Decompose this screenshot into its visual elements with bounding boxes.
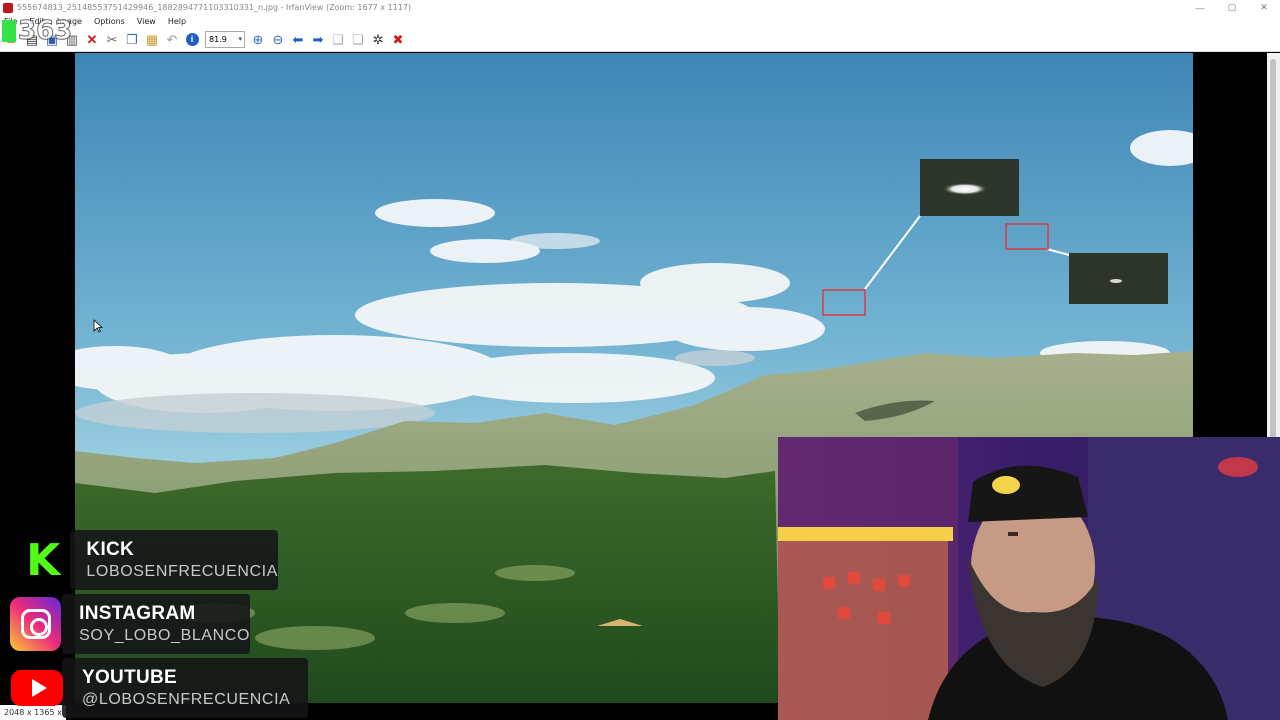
menu-view[interactable]: View <box>131 17 162 26</box>
zoom-value: 81.9 <box>209 35 227 44</box>
instagram-handle: SOY_LOBO_BLANCO <box>79 627 250 644</box>
window-controls: — ▢ ✕ <box>1184 0 1280 15</box>
kick-social-badge: K KICK LOBOSENFRECUENCIA <box>8 530 278 590</box>
toolbar: ▰ ▤ ▣ ▥ ✕ ✂ ❐ ▦ ↶ i 81.9 ▾ ⊕ ⊖ ⬅ ➡ ❏ ❏ ✲… <box>0 28 1280 52</box>
previous-icon[interactable]: ⬅ <box>288 30 308 50</box>
close-window-button[interactable]: ✕ <box>1248 0 1280 15</box>
youtube-social-badge: YOUTUBE @LOBOSENFRECUENCIA <box>0 658 308 718</box>
kick-network-name: KICK <box>86 539 135 560</box>
youtube-logo-icon <box>10 661 64 715</box>
paste-icon[interactable]: ▦ <box>142 30 162 50</box>
window-title: 555674813_25148553751429946_188289477110… <box>17 3 412 12</box>
copy-icon[interactable]: ❐ <box>122 30 142 50</box>
chevron-down-icon[interactable]: ▾ <box>238 35 242 43</box>
youtube-text: YOUTUBE @LOBOSENFRECUENCIA <box>82 667 290 709</box>
mouse-cursor-icon <box>93 319 103 333</box>
minimize-button[interactable]: — <box>1184 0 1216 15</box>
instagram-logo-icon <box>10 597 62 651</box>
instagram-network-name: INSTAGRAM <box>79 603 196 624</box>
menu-help[interactable]: Help <box>162 17 192 26</box>
exit-icon[interactable]: ✖ <box>388 30 408 50</box>
kick-handle: LOBOSENFRECUENCIA <box>86 563 278 580</box>
menu-bar: File Edit Image Options View Help <box>0 15 1280 28</box>
youtube-handle: @LOBOSENFRECUENCIA <box>82 691 291 708</box>
webcam-feed <box>778 437 1280 720</box>
kick-logo-icon: K <box>26 534 61 586</box>
zoom-out-icon[interactable]: ⊖ <box>268 30 288 50</box>
zoom-in-icon[interactable]: ⊕ <box>248 30 268 50</box>
counter-value: 363 <box>17 16 73 47</box>
instagram-social-badge: INSTAGRAM SOY_LOBO_BLANCO <box>0 594 250 654</box>
zoom-input[interactable]: 81.9 ▾ <box>205 31 245 48</box>
counter-icon <box>2 20 16 42</box>
next-icon[interactable]: ➡ <box>308 30 328 50</box>
info-icon[interactable]: i <box>182 30 202 50</box>
stream-counter: 363 <box>0 14 90 48</box>
settings-icon[interactable]: ✲ <box>368 30 388 50</box>
menu-options[interactable]: Options <box>88 17 131 26</box>
irfanview-app-icon <box>3 2 13 13</box>
streamer-camera <box>778 437 1280 720</box>
undo-icon[interactable]: ↶ <box>162 30 182 50</box>
title-bar: 555674813_25148553751429946_188289477110… <box>0 0 1280 15</box>
maximize-button[interactable]: ▢ <box>1216 0 1248 15</box>
youtube-network-name: YOUTUBE <box>82 667 177 688</box>
instagram-text: INSTAGRAM SOY_LOBO_BLANCO <box>79 603 250 645</box>
first-page-icon[interactable]: ❏ <box>328 30 348 50</box>
cut-icon[interactable]: ✂ <box>102 30 122 50</box>
kick-text: KICK LOBOSENFRECUENCIA <box>86 539 278 581</box>
last-page-icon[interactable]: ❏ <box>348 30 368 50</box>
